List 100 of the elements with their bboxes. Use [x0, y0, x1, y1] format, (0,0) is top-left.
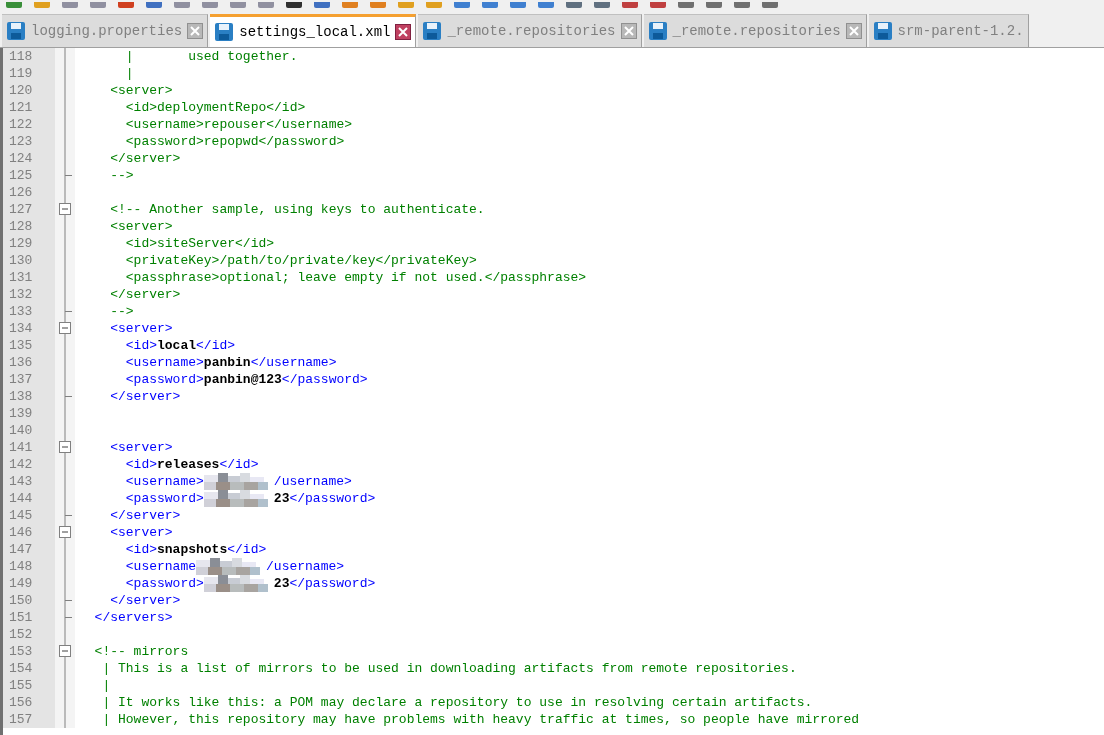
line-number: 132: [9, 286, 33, 303]
tab-label: settings_local.xml: [239, 22, 391, 42]
toolbar-icon[interactable]: [706, 2, 722, 8]
line-number: 142: [9, 456, 33, 473]
toolbar-icon[interactable]: [230, 2, 246, 8]
code-comment: <server>: [109, 82, 173, 99]
code-comment: <passphrase>optional; leave empty if not used.</passphrase>: [124, 269, 587, 286]
toolbar-icon[interactable]: [342, 2, 358, 8]
toolbar-icon[interactable]: [314, 2, 330, 8]
code-comment: -->: [109, 167, 134, 184]
line-number: 136: [9, 354, 33, 371]
toolbar-icon[interactable]: [650, 2, 666, 8]
code-comment: | used together.: [124, 48, 298, 65]
line-number: 143: [9, 473, 33, 490]
toolbar-icon[interactable]: [566, 2, 582, 8]
xml-tag: <id>: [79, 456, 157, 473]
line-number: 124: [9, 150, 33, 167]
toolbar-icon[interactable]: [510, 2, 526, 8]
tag-value: releases: [157, 456, 220, 473]
line-number: 131: [9, 269, 33, 286]
line-number: 140: [9, 422, 33, 439]
xml-tag: <id>: [79, 541, 157, 558]
line-number: 151: [9, 609, 33, 626]
xml-tag: <server>: [79, 320, 173, 337]
xml-tag: </servers>: [79, 609, 173, 626]
code-comment: <!-- Another sample, using keys to authenticate.: [109, 201, 485, 218]
xml-tag: <password>: [79, 371, 204, 388]
line-number: 134: [9, 320, 33, 337]
toolbar-icon[interactable]: [6, 2, 22, 8]
tag-value: local: [157, 337, 197, 354]
toolbar-icon[interactable]: [90, 2, 106, 8]
line-number: 139: [9, 405, 33, 422]
xml-tag: </username>: [250, 354, 337, 371]
toolbar-icon[interactable]: [622, 2, 638, 8]
toolbar-icon[interactable]: [202, 2, 218, 8]
xml-tag: <username>: [79, 354, 204, 371]
code-comment: <id>siteServer</id>: [124, 235, 275, 252]
toolbar-icon[interactable]: [174, 2, 190, 8]
toolbar-icon[interactable]: [734, 2, 750, 8]
xml-tag: </password>: [281, 371, 368, 388]
tab-label: _remote.repositories: [672, 21, 841, 41]
file-tab[interactable]: srm-parent-1.2.: [868, 14, 1029, 47]
fold-toggle-icon[interactable]: [58, 643, 72, 660]
toolbar-icon[interactable]: [118, 2, 134, 8]
close-icon[interactable]: [395, 24, 412, 40]
line-number: 148: [9, 558, 33, 575]
code-comment: <!-- mirrors: [93, 643, 189, 660]
line-number: 123: [9, 133, 33, 150]
xml-tag: </server>: [79, 388, 181, 405]
tag-value: snapshots: [157, 541, 228, 558]
file-tab[interactable]: _remote.repositories: [418, 14, 642, 47]
toolbar-icon[interactable]: [538, 2, 554, 8]
line-number: 129: [9, 235, 33, 252]
code-comment: |: [124, 65, 134, 82]
toolbar-icon[interactable]: [286, 2, 302, 8]
toolbar-icon[interactable]: [398, 2, 414, 8]
fold-toggle-icon[interactable]: [58, 524, 72, 541]
xml-tag: /username>: [266, 558, 345, 575]
file-tab[interactable]: _remote.repositories: [643, 14, 867, 47]
toolbar-icon[interactable]: [482, 2, 498, 8]
line-number: 147: [9, 541, 33, 558]
line-number: 145: [9, 507, 33, 524]
code-comment: <id>deploymentRepo</id>: [124, 99, 306, 116]
code-comment: <server>: [109, 218, 173, 235]
xml-tag: <username>: [79, 473, 204, 490]
line-number: 157: [9, 711, 33, 728]
xml-tag: <server>: [79, 439, 173, 456]
line-number: 130: [9, 252, 33, 269]
xml-tag: <server>: [79, 524, 173, 541]
tag-value: 23: [273, 575, 290, 592]
toolbar-icon[interactable]: [678, 2, 694, 8]
line-number: 125: [9, 167, 33, 184]
xml-tag: </password>: [289, 575, 376, 592]
xml-tag: <id>: [79, 337, 157, 354]
line-number: 127: [9, 201, 33, 218]
toolbar-icon[interactable]: [258, 2, 274, 8]
tag-value: panbin: [203, 354, 251, 371]
line-number: 118: [9, 48, 33, 65]
fold-toggle-icon[interactable]: [58, 201, 72, 218]
toolbar-icon[interactable]: [34, 2, 50, 8]
fold-toggle-icon[interactable]: [58, 439, 72, 456]
toolbar-icon[interactable]: [370, 2, 386, 8]
toolbar-icon[interactable]: [426, 2, 442, 8]
toolbar-icon[interactable]: [62, 2, 78, 8]
fold-toggle-icon[interactable]: [58, 320, 72, 337]
file-tab[interactable]: settings_local.xml: [210, 14, 417, 47]
line-number: 122: [9, 116, 33, 133]
line-number: 141: [9, 439, 33, 456]
code-comment: <username>repouser</username>: [124, 116, 353, 133]
tag-value: 23: [273, 490, 290, 507]
toolbar-icon[interactable]: [762, 2, 778, 8]
xml-tag: </id>: [219, 456, 259, 473]
toolbar-icon[interactable]: [454, 2, 470, 8]
toolbar-icon[interactable]: [594, 2, 610, 8]
xml-tag: </id>: [227, 541, 267, 558]
file-tab[interactable]: logging.properties: [2, 14, 209, 47]
xml-tag: <password>: [79, 575, 204, 592]
line-number: 138: [9, 388, 33, 405]
toolbar-icon[interactable]: [146, 2, 162, 8]
line-number: 126: [9, 184, 33, 201]
